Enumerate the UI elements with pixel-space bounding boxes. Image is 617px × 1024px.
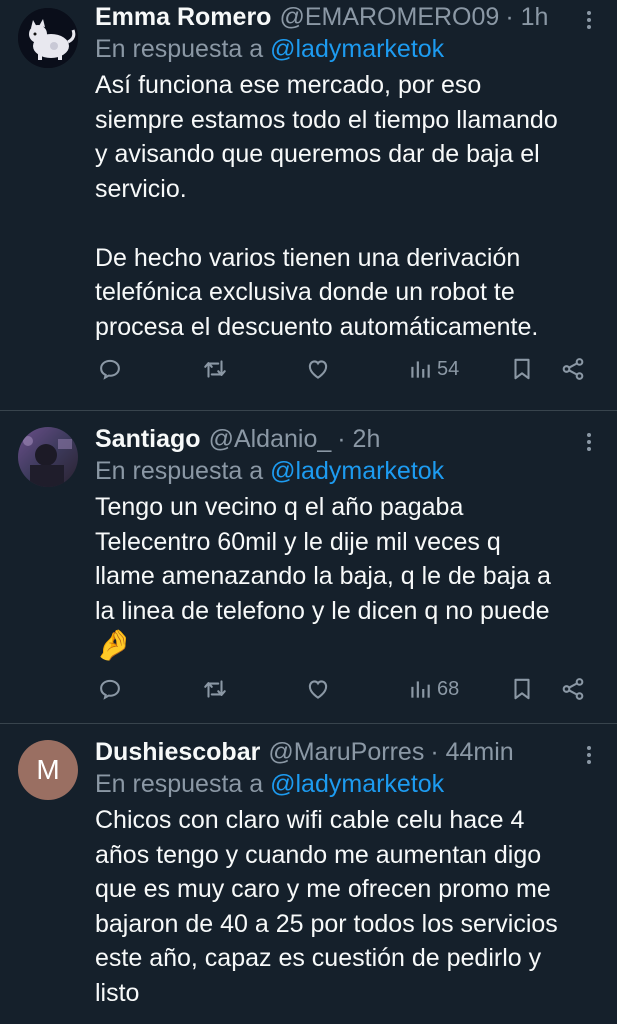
bookmark-button[interactable]	[509, 356, 535, 382]
action-bar: 54	[95, 344, 599, 406]
repost-icon	[204, 680, 226, 698]
more-options-icon[interactable]	[583, 430, 595, 454]
share-button[interactable]	[560, 356, 586, 382]
display-name[interactable]: Santiago	[95, 424, 201, 454]
tweet-header: Santiago @Aldanio_ · 2h	[95, 422, 599, 454]
reply-mention[interactable]: @ladymarketok	[270, 35, 444, 63]
timestamp[interactable]: · 44min	[430, 737, 513, 767]
user-handle[interactable]: @MaruPorres	[268, 737, 424, 767]
avatar-letter: M	[36, 754, 60, 785]
more-options-icon[interactable]	[583, 8, 595, 32]
views-button[interactable]: 54	[407, 356, 459, 382]
reply-prefix: En respuesta a	[95, 35, 264, 63]
bookmark-icon	[514, 358, 530, 380]
share-icon	[562, 678, 584, 700]
more-options-icon[interactable]	[583, 743, 595, 767]
views-icon	[411, 361, 430, 378]
pinched-fingers-emoji: 🤌	[95, 629, 133, 662]
views-button[interactable]: 68	[407, 676, 459, 702]
reply-mention[interactable]: @ladymarketok	[270, 457, 444, 485]
bookmark-button[interactable]	[509, 676, 535, 702]
reply-context: En respuesta a @ladymarketok	[95, 454, 599, 488]
avatar[interactable]: M	[18, 740, 78, 800]
reply-icon	[100, 679, 120, 700]
repost-icon	[204, 360, 226, 378]
tweet[interactable]: Emma Romero @EMAROMERO09 · 1h En respues…	[0, 0, 617, 411]
share-button[interactable]	[560, 676, 586, 702]
heart-icon	[308, 680, 328, 699]
user-handle[interactable]: @Aldanio_	[209, 424, 332, 454]
tweet-text: Así funciona ese mercado, por eso siempr…	[95, 71, 558, 341]
avatar[interactable]	[18, 8, 78, 68]
tweet[interactable]: Santiago @Aldanio_ · 2h En respuesta a @…	[0, 411, 617, 724]
tweet[interactable]: M Dushiescobar @MaruPorres · 44min En re…	[0, 724, 617, 1024]
reply-icon	[100, 359, 120, 380]
share-icon	[562, 358, 584, 380]
avatar[interactable]	[18, 427, 78, 487]
reply-mention[interactable]: @ladymarketok	[270, 770, 444, 798]
like-button[interactable]	[305, 356, 331, 382]
display-name[interactable]: Dushiescobar	[95, 737, 260, 767]
reply-context: En respuesta a @ladymarketok	[95, 32, 599, 66]
timestamp[interactable]: · 2h	[337, 424, 380, 454]
timestamp[interactable]: · 1h	[505, 2, 548, 32]
views-icon	[411, 681, 430, 698]
views-count: 54	[437, 357, 460, 380]
reply-button[interactable]	[97, 676, 123, 702]
repost-button[interactable]	[202, 676, 228, 702]
action-bar: 68	[95, 664, 599, 726]
bookmark-icon	[514, 678, 530, 700]
display-name[interactable]: Emma Romero	[95, 2, 271, 32]
views-count: 68	[437, 677, 460, 700]
reply-prefix: En respuesta a	[95, 457, 264, 485]
reply-context: En respuesta a @ladymarketok	[95, 767, 599, 801]
repost-button[interactable]	[202, 356, 228, 382]
heart-icon	[308, 360, 328, 379]
like-button[interactable]	[305, 676, 331, 702]
tweet-header: Dushiescobar @MaruPorres · 44min	[95, 735, 599, 767]
tweet-text: Tengo un vecino q el año pagaba Telecent…	[95, 493, 551, 625]
reply-prefix: En respuesta a	[95, 770, 264, 798]
tweet-header: Emma Romero @EMAROMERO09 · 1h	[95, 0, 599, 32]
reply-button[interactable]	[97, 356, 123, 382]
user-handle[interactable]: @EMAROMERO09	[279, 2, 499, 32]
tweet-text: Chicos con claro wifi cable celu hace 4 …	[95, 806, 558, 1007]
